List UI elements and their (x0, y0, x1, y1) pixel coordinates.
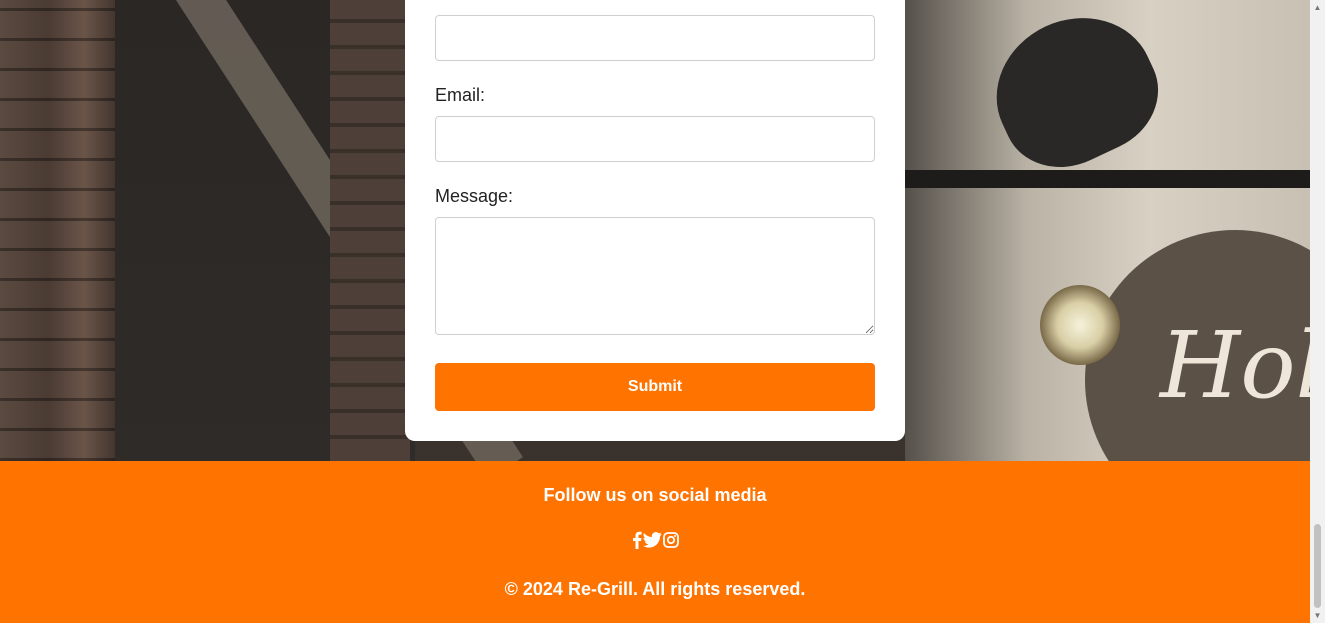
iron-rod (905, 170, 1310, 188)
vertical-scrollbar[interactable]: ▲ ▼ (1310, 0, 1325, 623)
copyright-text: © 2024 Re-Grill. All rights reserved. (504, 579, 806, 599)
scroll-thumb[interactable] (1314, 524, 1321, 608)
social-links (0, 531, 1310, 554)
instagram-icon[interactable] (662, 532, 679, 553)
facebook-icon[interactable] (632, 531, 642, 554)
message-field[interactable] (435, 217, 875, 335)
name-field[interactable] (435, 15, 875, 61)
email-label: Email: (435, 85, 486, 105)
message-label: Message: (435, 186, 514, 206)
contact-form-card: Email: Message: Submit (405, 0, 905, 441)
scroll-up-icon[interactable]: ▲ (1310, 0, 1325, 15)
light-bulb (1040, 285, 1120, 365)
sign-text: Hols (1160, 312, 1310, 419)
follow-text: Follow us on social media (543, 485, 767, 505)
submit-button[interactable]: Submit (435, 363, 875, 411)
footer: Follow us on social media © 2024 Re-Gril… (0, 461, 1310, 623)
brick-wall (0, 0, 120, 461)
brick-column (330, 0, 410, 461)
email-field[interactable] (435, 116, 875, 162)
twitter-icon[interactable] (642, 532, 662, 553)
scroll-down-icon[interactable]: ▼ (1310, 608, 1325, 623)
